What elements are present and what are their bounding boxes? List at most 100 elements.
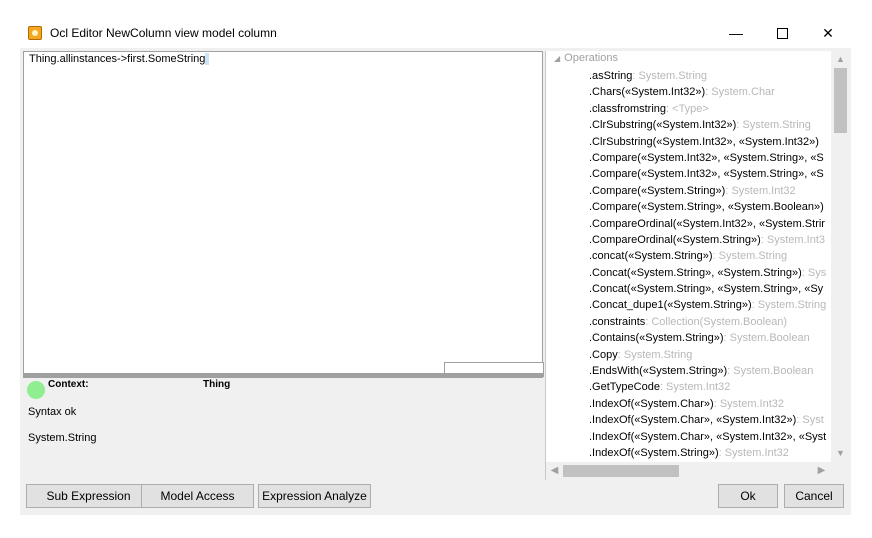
operation-item[interactable]: .Contains(«System.String»): System.Boole… [589,330,826,346]
syntax-status-indicator [27,381,45,399]
operations-tree[interactable]: ◢ Operations .asString: System.String .Cha… [545,51,850,480]
minimize-button[interactable]: — [713,18,759,48]
operation-name: .EndsWith(«System.String») [589,365,728,378]
horizontal-splitter[interactable] [23,373,543,377]
text-cursor [205,53,210,66]
operation-name: .Copy [589,348,618,361]
maximize-icon [776,27,788,39]
horizontal-scroll-thumb[interactable] [563,465,679,477]
operation-return-type: : <Type> [666,102,709,115]
tree-root-label: Operations [564,52,618,64]
scroll-right-icon[interactable]: ▶ [813,462,830,480]
operation-name: .CompareOrdinal(«System.String») [589,233,761,246]
operation-return-type: : Syst [796,414,824,427]
operation-item[interactable]: .Concat(«System.String», «System.String»… [589,281,826,297]
collapse-arrow-icon[interactable]: ◢ [554,54,560,63]
operation-return-type: : System.Int32 [659,381,731,394]
horizontal-scrollbar[interactable]: ◀ ▶ [546,462,850,480]
operation-name: .Compare(«System.String», «System.Boolea… [589,201,824,214]
tree-node-operations[interactable]: ◢ Operations [554,52,618,64]
operation-item[interactable]: .Copy: System.String [589,347,826,363]
operation-return-type: : System.Boolean [727,365,814,378]
operation-return-type: : System.String [712,250,788,263]
operations-tree-viewport: ◢ Operations .asString: System.String .Cha… [546,51,831,462]
operation-item[interactable]: .IndexOf(«System.Char»): System.Int32 [589,396,826,412]
operation-item[interactable]: .Concat_dupe1(«System.String»): System.S… [589,297,826,313]
operation-name: .IndexOf(«System.Char», «System.Int32», … [589,430,827,443]
operation-item[interactable]: .Compare(«System.Int32», «System.String»… [589,166,826,182]
scroll-down-icon[interactable]: ▼ [831,445,850,462]
operation-return-type: : System.String [736,119,811,132]
operation-item[interactable]: .asString: System.String [589,68,826,84]
result-type: System.String [28,432,97,444]
ok-button[interactable]: Ok [718,484,778,508]
operation-name: .concat(«System.String») [589,250,713,263]
operation-return-type: : System.Int32 [725,184,796,197]
expression-editor[interactable]: Thing.allinstances->first.SomeString [23,51,544,378]
operation-name: .IndexOf(«System.Char») [589,397,714,410]
expression-text: Thing.allinstances->first.SomeString [29,53,210,66]
sub-expression-button[interactable]: Sub Expression [26,484,151,508]
expression-value: Thing.allinstances->first.SomeString [29,53,206,65]
window-title: Ocl Editor NewColumn view model column [50,26,277,40]
operation-item[interactable]: .EndsWith(«System.String»): System.Boole… [589,363,826,379]
operation-return-type: : System.Int32 [718,446,789,459]
operation-item[interactable]: .IndexOf(«System.String»): System.Int32 [589,445,826,461]
vertical-scrollbar[interactable]: ▲ ▼ [831,51,850,462]
operation-name: .Contains(«System.String») [589,332,724,345]
operation-name: .constraints [589,315,646,328]
maximize-button[interactable] [759,18,805,48]
operation-name: .Concat(«System.String», «System.String»… [589,266,802,279]
operation-return-type: : Collection(System.Boolean) [645,315,788,328]
operation-return-type: : System.String [632,70,707,82]
operation-item[interactable]: .classfromstring: <Type> [589,101,826,117]
operation-name: .classfromstring [589,102,667,115]
scroll-up-icon[interactable]: ▲ [831,51,850,68]
operation-return-type: : System.Int3 [760,233,825,246]
vertical-scroll-thumb[interactable] [834,68,847,133]
syntax-message: Syntax ok [28,406,77,418]
operation-return-type: : Sys [801,266,827,279]
context-label: Context: [48,379,89,390]
scroll-left-icon[interactable]: ◀ [546,462,563,480]
operation-name: .Compare(«System.Int32», «System.String»… [589,151,824,164]
operation-return-type: : System.String [751,299,827,312]
operation-item[interactable]: .CompareOrdinal(«System.Int32», «System.… [589,216,826,232]
expression-analyze-button[interactable]: Expression Analyze [258,484,371,508]
operation-item[interactable]: .CompareOrdinal(«System.String»): System… [589,232,826,248]
operation-item[interactable]: .Compare(«System.Int32», «System.String»… [589,150,826,166]
operation-return-type: : System.Boolean [723,332,810,345]
operation-name: .Concat(«System.String», «System.String»… [589,283,824,296]
operation-item[interactable]: .Concat(«System.String», «System.String»… [589,265,826,281]
operation-item[interactable]: .Compare(«System.String»): System.Int32 [589,183,826,199]
operation-item[interactable]: .IndexOf(«System.Char», «System.Int32», … [589,429,826,445]
operation-item[interactable]: .Chars(«System.Int32»): System.Char [589,84,826,100]
operation-item[interactable]: .GetTypeCode: System.Int32 [589,379,826,395]
operation-name: .IndexOf(«System.Char», «System.Int32») [589,414,797,427]
operation-item[interactable]: .concat(«System.String»): System.String [589,248,826,264]
operation-name: .asString [589,70,633,82]
ocl-editor-window: Ocl Editor NewColumn view model column —… [20,18,851,515]
operation-item[interactable]: .ClrSubstring(«System.Int32»): System.St… [589,117,826,133]
operation-return-type: : System.String [617,348,693,361]
operation-return-type: : System.Int32 [713,397,785,410]
operation-return-type: : System.Char [705,86,775,99]
operation-name: .IndexOf(«System.String») [589,446,719,459]
operation-name: .Chars(«System.Int32») [589,86,706,99]
app-icon [28,26,42,40]
operation-item[interactable]: .constraints: Collection(System.Boolean) [589,314,826,330]
operation-name: .GetTypeCode [589,381,660,394]
operations-list: .asString: System.String .Chars(«System.I… [589,68,826,461]
operation-item[interactable]: .IndexOf(«System.Char», «System.Int32»):… [589,412,826,428]
title-bar: Ocl Editor NewColumn view model column —… [20,18,851,48]
context-value: Thing [203,379,231,390]
operation-name: .Compare(«System.Int32», «System.String»… [589,168,824,181]
operation-name: .Compare(«System.String») [589,184,726,197]
operation-item[interactable]: .ClrSubstring(«System.Int32», «System.In… [589,134,826,150]
cancel-button[interactable]: Cancel [784,484,844,508]
model-access-button[interactable]: Model Access [141,484,254,508]
operation-item[interactable]: .Compare(«System.String», «System.Boolea… [589,199,826,215]
operation-name: .ClrSubstring(«System.Int32», «System.In… [589,135,819,148]
close-button[interactable]: ✕ [805,18,851,48]
operation-name: .ClrSubstring(«System.Int32») [589,119,737,132]
